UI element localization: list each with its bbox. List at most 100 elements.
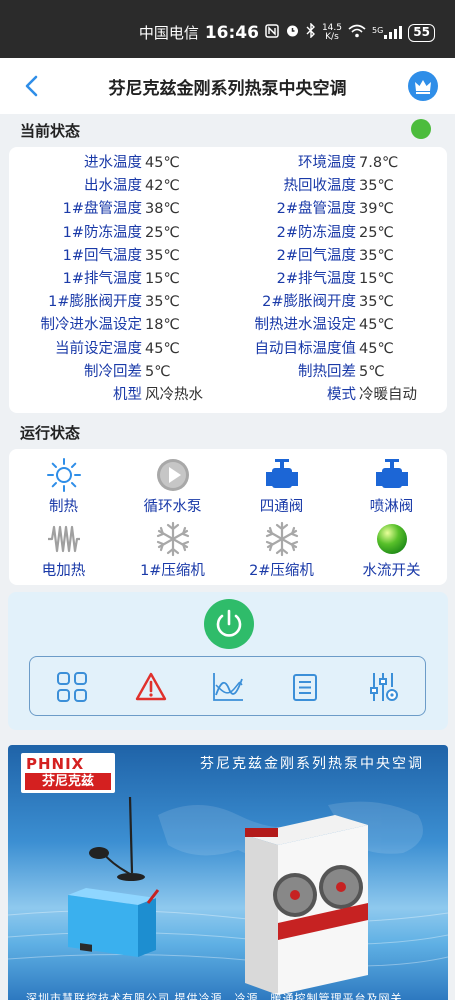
spray-valve-icon bbox=[375, 459, 408, 488]
back-button[interactable] bbox=[18, 72, 46, 100]
run-item-label: 喷淋阀 bbox=[369, 499, 414, 515]
run-item-electric-heating: 电加热 bbox=[9, 521, 118, 580]
parameter-value: 18℃ bbox=[145, 317, 180, 334]
snowflake-icon bbox=[265, 521, 298, 557]
menu-grid-button[interactable] bbox=[56, 671, 88, 703]
parameter-label: 1#防冻温度 bbox=[62, 224, 142, 241]
grid-icon bbox=[57, 672, 87, 702]
pump-play-icon bbox=[156, 459, 189, 491]
product-banner: PHNIX 芬尼克兹 芬尼克兹金刚系列热泵中央空调 深圳市慧联控技术有限公司 提… bbox=[8, 745, 448, 1000]
run-item-label: 水流开关 bbox=[362, 563, 421, 579]
parameter-value: 45℃ bbox=[145, 340, 180, 357]
control-panel bbox=[8, 592, 448, 730]
cell-signal-icon: 5G bbox=[372, 26, 403, 39]
parameter-row: 1#盘管温度 38℃ 2#盘管温度 39℃ bbox=[9, 198, 447, 221]
crown-icon bbox=[415, 80, 431, 94]
settings-sliders-icon bbox=[370, 673, 398, 701]
warning-icon bbox=[135, 672, 167, 701]
parameter-row: 机型 风冷热水 模式 冷暖自动 bbox=[9, 384, 447, 407]
parameter-value: 5℃ bbox=[359, 363, 385, 380]
run-item-label: 2#压缩机 bbox=[249, 563, 314, 579]
parameter-label: 2#回气温度 bbox=[276, 247, 356, 264]
run-item-heating: 制热 bbox=[9, 457, 118, 516]
run-item-label: 循环水泵 bbox=[143, 499, 202, 515]
run-item-label: 电加热 bbox=[41, 563, 86, 579]
parameter-label: 进水温度 bbox=[84, 155, 142, 171]
parameter-row: 1#回气温度 35℃ 2#回气温度 35℃ bbox=[9, 245, 447, 268]
run-item-label: 制热 bbox=[49, 499, 78, 515]
parameter-value: 35℃ bbox=[359, 294, 394, 311]
parameter-label: 2#盘管温度 bbox=[276, 201, 356, 218]
battery-indicator: 55 bbox=[408, 23, 435, 42]
run-item-flow-switch: 水流开关 bbox=[337, 521, 446, 580]
parameter-value: 38℃ bbox=[145, 201, 180, 218]
run-item-spray-valve: 喷淋阀 bbox=[337, 457, 446, 516]
parameter-label: 1#盘管温度 bbox=[62, 201, 142, 218]
valve-icon bbox=[265, 459, 298, 488]
run-item-label: 1#压缩机 bbox=[140, 563, 205, 579]
product-illustration bbox=[8, 796, 448, 995]
parameter-value: 45℃ bbox=[145, 155, 180, 171]
parameter-row: 出水温度 42℃ 热回收温度 35℃ bbox=[9, 175, 447, 198]
curve-chart-button[interactable] bbox=[212, 671, 244, 703]
records-list-button[interactable] bbox=[289, 671, 321, 703]
banner-footer: 深圳市慧联控技术有限公司 提供冷源、冷源、暖通控制管理平台及网关 bbox=[26, 992, 403, 1000]
list-icon bbox=[293, 674, 317, 701]
parameter-value: 42℃ bbox=[145, 178, 180, 195]
run-item-compressor-2: 2#压缩机 bbox=[227, 521, 336, 580]
sun-icon bbox=[46, 458, 81, 492]
parameter-label: 2#膨胀阀开度 bbox=[262, 294, 356, 311]
alarm-button[interactable] bbox=[135, 671, 167, 703]
current-state-title: 当前状态 bbox=[20, 122, 81, 140]
app-bar: 芬尼克兹金刚系列热泵中央空调 bbox=[0, 58, 455, 114]
parameter-label: 1#回气温度 bbox=[62, 247, 142, 264]
parameter-label: 1#排气温度 bbox=[62, 270, 142, 287]
parameter-row: 制冷进水温设定 18℃ 制热进水温设定 45℃ bbox=[9, 314, 447, 337]
parameter-row: 1#膨胀阀开度 35℃ 2#膨胀阀开度 35℃ bbox=[9, 291, 447, 314]
run-item-circulation-pump: 循环水泵 bbox=[118, 457, 227, 516]
status-bar: 中国电信 16:46 14.5 K/s 5G 55 bbox=[0, 0, 455, 58]
parameter-row: 1#排气温度 15℃ 2#排气温度 15℃ bbox=[9, 268, 447, 291]
parameter-value: 39℃ bbox=[359, 201, 394, 218]
parameter-label: 1#膨胀阀开度 bbox=[48, 294, 142, 311]
function-toolbar bbox=[29, 656, 426, 716]
vip-button[interactable] bbox=[408, 71, 438, 101]
parameter-label: 自动目标温度值 bbox=[254, 340, 357, 357]
parameter-value: 25℃ bbox=[145, 224, 180, 241]
power-button[interactable] bbox=[204, 599, 254, 649]
heater-coil-icon bbox=[47, 525, 80, 553]
power-icon bbox=[216, 609, 242, 637]
parameter-label: 制冷回差 bbox=[84, 363, 142, 380]
parameter-label: 制冷进水温设定 bbox=[40, 317, 143, 334]
settings-button[interactable] bbox=[367, 671, 399, 703]
run-item-four-way-valve: 四通阀 bbox=[227, 457, 336, 516]
wifi-icon bbox=[348, 24, 366, 42]
curve-chart-icon bbox=[213, 673, 243, 701]
parameter-value: 35℃ bbox=[359, 247, 394, 264]
nfc-icon bbox=[265, 23, 279, 42]
parameter-row: 1#防冻温度 25℃ 2#防冻温度 25℃ bbox=[9, 222, 447, 245]
parameter-label: 制热进水温设定 bbox=[254, 317, 357, 334]
parameter-label: 出水温度 bbox=[84, 178, 142, 195]
parameter-value: 45℃ bbox=[359, 317, 394, 334]
parameter-value: 35℃ bbox=[359, 178, 394, 195]
parameter-row: 当前设定温度 45℃ 自动目标温度值 45℃ bbox=[9, 338, 447, 361]
run-state-title: 运行状态 bbox=[20, 424, 81, 442]
chevron-left-icon bbox=[25, 75, 38, 97]
parameter-label: 热回收温度 bbox=[283, 178, 357, 195]
parameter-label: 模式 bbox=[327, 386, 356, 403]
online-status-indicator bbox=[411, 119, 431, 139]
parameter-label: 机型 bbox=[113, 386, 142, 403]
parameter-value: 冷暖自动 bbox=[359, 386, 417, 403]
parameter-label: 2#防冻温度 bbox=[276, 224, 356, 241]
parameter-value: 5℃ bbox=[145, 363, 171, 380]
parameter-value: 45℃ bbox=[359, 340, 394, 357]
parameter-value: 35℃ bbox=[145, 247, 180, 264]
alarm-icon bbox=[285, 23, 300, 42]
carrier-name: 中国电信 bbox=[138, 24, 199, 42]
clock: 16:46 bbox=[204, 22, 259, 43]
parameter-label: 环境温度 bbox=[298, 155, 356, 171]
parameter-value: 25℃ bbox=[359, 224, 394, 241]
bluetooth-icon bbox=[306, 22, 316, 42]
run-item-compressor-1: 1#压缩机 bbox=[118, 521, 227, 580]
